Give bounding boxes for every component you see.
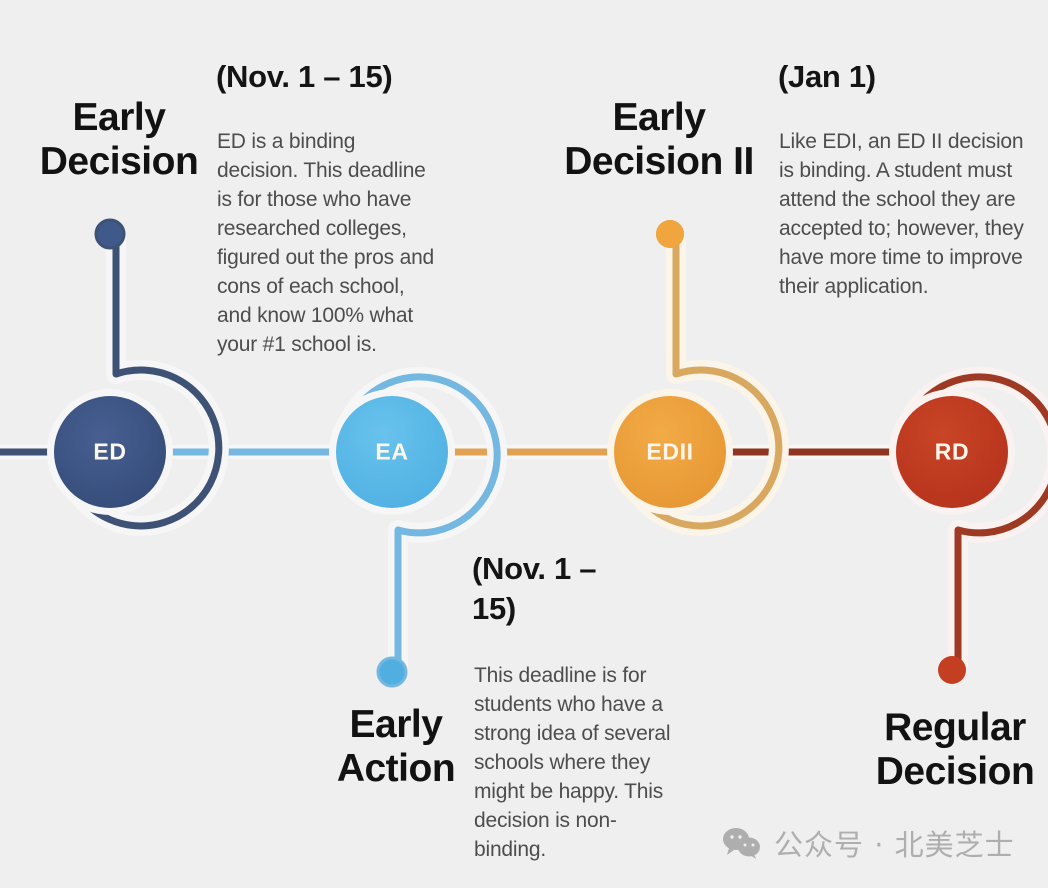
watermark-text: 公众号 · 北美芝士 (774, 828, 1015, 862)
node-ed[interactable] (54, 396, 166, 508)
heading-early-decision-ii: Early Decision II (564, 96, 754, 183)
node-ea-stem-dot (376, 656, 408, 688)
node-rd-stem-dot (938, 656, 966, 684)
date-label-early-action: (Nov. 1 – 15) (472, 551, 597, 627)
node-rd[interactable] (896, 396, 1008, 508)
description-early-decision: ED is a binding decision. This deadline … (217, 130, 435, 356)
node-edii[interactable] (614, 396, 726, 508)
date-label-early-decision-ii: (Jan 1) (778, 59, 876, 94)
heading-early-decision: Early Decision (39, 96, 199, 183)
heading-early-action: Early Action (336, 703, 456, 790)
date-label-early-decision: (Nov. 1 – 15) (216, 59, 393, 94)
description-early-decision-ii: Like EDI, an ED II decision is binding. … (779, 130, 1024, 298)
watermark: 公众号 · 北美芝士 (722, 822, 1015, 864)
node-ea[interactable] (336, 396, 448, 508)
wechat-icon-svg (723, 828, 760, 859)
wechat-icon (722, 827, 762, 859)
infographic-canvas: ED EA EDII RD Early Decision Early Decis… (0, 0, 1048, 888)
node-ed-stem-dot (94, 218, 126, 250)
heading-regular-decision: Regular Decision (875, 706, 1035, 793)
description-early-action: This deadline is for students who have a… (474, 664, 671, 861)
